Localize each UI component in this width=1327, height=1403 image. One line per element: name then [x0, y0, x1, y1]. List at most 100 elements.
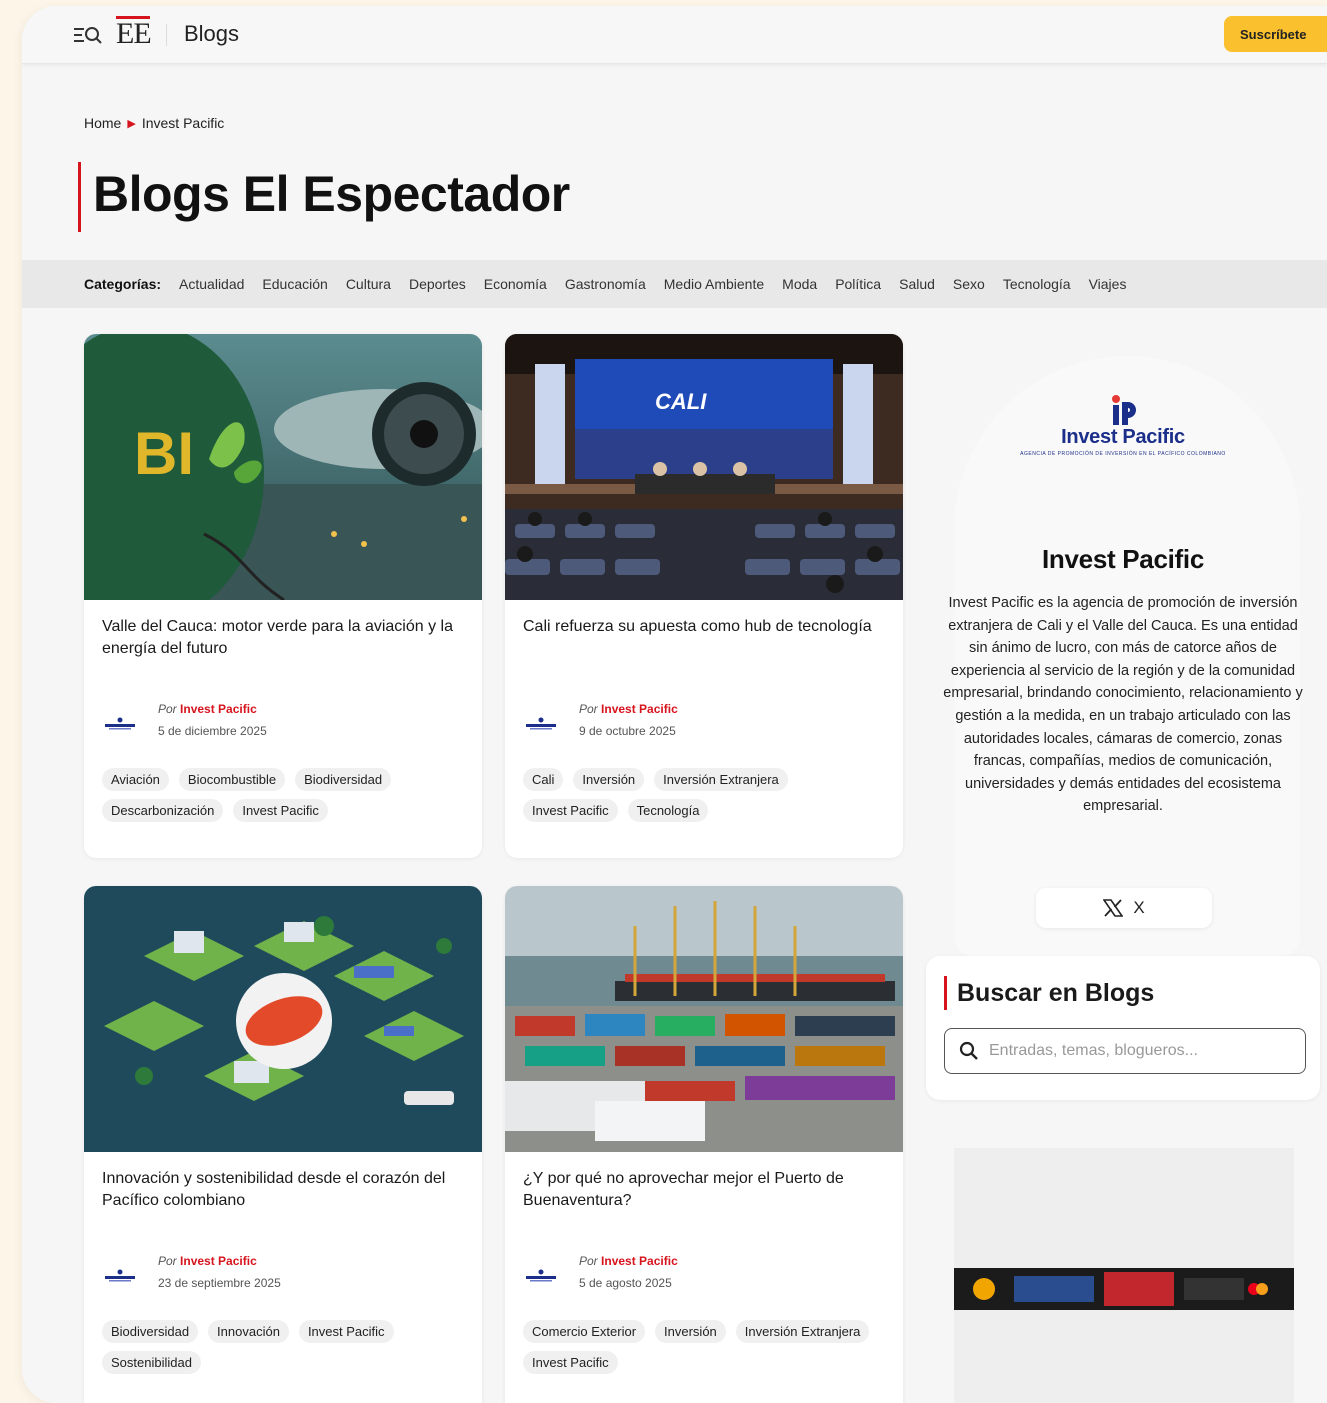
tag-chip[interactable]: Comercio Exterior: [523, 1320, 646, 1343]
tag-chip[interactable]: Inversión: [573, 768, 645, 791]
tag-chip[interactable]: Innovación: [208, 1320, 289, 1343]
post-card[interactable]: ¿Y por qué no aprovechar mejor el Puerto…: [505, 886, 903, 1403]
menu-search-icon[interactable]: [72, 24, 104, 46]
post-author: Por Invest Pacific 5 de diciembre 2025: [102, 702, 464, 742]
invest-pacific-avatar-icon: [526, 717, 556, 730]
post-image[interactable]: [84, 886, 482, 1152]
subscribe-button[interactable]: Suscríbete: [1224, 16, 1327, 52]
category-link[interactable]: Deportes: [409, 276, 466, 292]
category-link[interactable]: Cultura: [346, 276, 391, 292]
category-link[interactable]: Actualidad: [179, 276, 244, 292]
category-link[interactable]: Gastronomía: [565, 276, 646, 292]
author-avatar[interactable]: [523, 1258, 559, 1294]
author-by-label: Por: [579, 702, 598, 716]
blogger-profile: Invest Pacific AGENCIA DE PROMOCIÓN DE I…: [926, 336, 1320, 956]
tag-chip[interactable]: Biocombustible: [178, 768, 286, 791]
tag-chip[interactable]: Inversión Extranjera: [735, 1320, 870, 1343]
post-author: Por Invest Pacific 23 de septiembre 2025: [102, 1254, 464, 1294]
svg-text:BI: BI: [134, 420, 194, 487]
post-card[interactable]: Innovación y sostenibilidad desde el cor…: [84, 886, 482, 1403]
x-social-button[interactable]: X: [1036, 888, 1212, 928]
post-author: Por Invest Pacific 5 de agosto 2025: [523, 1254, 885, 1294]
author-by-label: Por: [158, 702, 177, 716]
logo-tagline: AGENCIA DE PROMOCIÓN DE INVERSIÓN EN EL …: [1020, 451, 1226, 457]
tag-list: Aviación Biocombustible Biodiversidad De…: [102, 768, 464, 838]
top-bar: EE Blogs Suscríbete: [22, 6, 1327, 64]
breadcrumb-arrow-icon: ▶: [127, 117, 136, 130]
conference-image: CALI: [505, 334, 903, 600]
post-title[interactable]: Innovación y sostenibilidad desde el cor…: [102, 1168, 464, 1240]
post-date: 9 de octubre 2025: [579, 724, 676, 738]
page-title: Blogs El Espectador: [78, 162, 570, 232]
browser-frame: EE Blogs Suscríbete Home ▶ Invest Pacifi…: [22, 6, 1327, 1403]
tag-chip[interactable]: Aviación: [102, 768, 169, 791]
invest-pacific-avatar-icon: [526, 1269, 556, 1282]
tag-chip[interactable]: Biodiversidad: [102, 1320, 199, 1343]
author-avatar[interactable]: [102, 1258, 138, 1294]
author-by-label: Por: [158, 1254, 177, 1268]
tag-chip[interactable]: Cali: [523, 768, 564, 791]
tag-list: Comercio Exterior Inversión Inversión Ex…: [523, 1320, 885, 1390]
author-by-label: Por: [579, 1254, 598, 1268]
post-image[interactable]: CALI: [505, 334, 903, 600]
search-field[interactable]: [944, 1028, 1306, 1074]
tag-chip[interactable]: Tecnología: [627, 799, 709, 822]
post-card[interactable]: BI Valle del Cauca: motor verde para la …: [84, 334, 482, 858]
post-title[interactable]: ¿Y por qué no aprovechar mejor el Puerto…: [523, 1168, 885, 1240]
header-divider: [166, 24, 167, 46]
profile-name: Invest Pacific: [1042, 544, 1204, 574]
site-logo[interactable]: EE: [116, 19, 152, 49]
tag-chip[interactable]: Inversión: [655, 1320, 726, 1343]
profile-bio: Invest Pacific es la agencia de promoció…: [943, 595, 1303, 815]
x-social-label: X: [1133, 898, 1145, 917]
category-link[interactable]: Política: [835, 276, 881, 292]
author-avatar[interactable]: [523, 706, 559, 742]
category-link[interactable]: Sexo: [953, 276, 985, 292]
search-input[interactable]: [989, 1042, 1289, 1060]
category-label: Categorías:: [84, 276, 162, 292]
breadcrumb: Home ▶ Invest Pacific: [84, 115, 224, 131]
tag-chip[interactable]: Sostenibilidad: [102, 1351, 201, 1374]
author-name[interactable]: Invest Pacific: [601, 1254, 678, 1268]
author-name[interactable]: Invest Pacific: [180, 1254, 257, 1268]
category-link[interactable]: Salud: [899, 276, 935, 292]
tag-list: Cali Inversión Inversión Extranjera Inve…: [523, 768, 885, 838]
category-link[interactable]: Moda: [782, 276, 817, 292]
tag-chip[interactable]: Descarbonización: [102, 799, 224, 822]
isometric-infographic-image: [84, 886, 482, 1152]
post-image[interactable]: BI: [84, 334, 482, 600]
category-link[interactable]: Educación: [262, 276, 327, 292]
tag-chip[interactable]: Invest Pacific: [523, 799, 618, 822]
ad-banner-image[interactable]: [954, 1268, 1294, 1310]
post-card[interactable]: CALI Cali refuerza su apuesta como hub d…: [505, 334, 903, 858]
category-link[interactable]: Economía: [484, 276, 547, 292]
ad-slot: [954, 1148, 1294, 1403]
tag-chip[interactable]: Biodiversidad: [295, 768, 392, 791]
screen-caption: CALI: [655, 389, 707, 414]
category-link[interactable]: Viajes: [1089, 276, 1127, 292]
tag-list: Biodiversidad Innovación Invest Pacific …: [102, 1320, 464, 1390]
section-name[interactable]: Blogs: [184, 21, 239, 47]
breadcrumb-home[interactable]: Home: [84, 115, 121, 131]
post-image[interactable]: [505, 886, 903, 1152]
tag-chip[interactable]: Invest Pacific: [298, 1320, 394, 1343]
invest-pacific-logo[interactable]: Invest Pacific AGENCIA DE PROMOCIÓN DE I…: [926, 394, 1320, 457]
invest-pacific-avatar-icon: [105, 717, 135, 730]
category-link[interactable]: Tecnología: [1003, 276, 1071, 292]
blog-search-panel: Buscar en Blogs: [926, 956, 1320, 1100]
breadcrumb-current[interactable]: Invest Pacific: [142, 115, 224, 131]
author-name[interactable]: Invest Pacific: [601, 702, 678, 716]
category-bar: Categorías: Actualidad Educación Cultura…: [22, 260, 1327, 308]
tag-chip[interactable]: Invest Pacific: [523, 1351, 618, 1374]
invest-pacific-avatar-icon: [105, 1269, 135, 1282]
author-avatar[interactable]: [102, 706, 138, 742]
post-author: Por Invest Pacific 9 de octubre 2025: [523, 702, 885, 742]
post-date: 5 de agosto 2025: [579, 1276, 672, 1290]
post-date: 5 de diciembre 2025: [158, 724, 267, 738]
author-name[interactable]: Invest Pacific: [180, 702, 257, 716]
post-title[interactable]: Cali refuerza su apuesta como hub de tec…: [523, 616, 885, 688]
tag-chip[interactable]: Inversión Extranjera: [654, 768, 788, 791]
tag-chip[interactable]: Invest Pacific: [233, 799, 328, 822]
category-link[interactable]: Medio Ambiente: [664, 276, 764, 292]
post-title[interactable]: Valle del Cauca: motor verde para la avi…: [102, 616, 464, 688]
